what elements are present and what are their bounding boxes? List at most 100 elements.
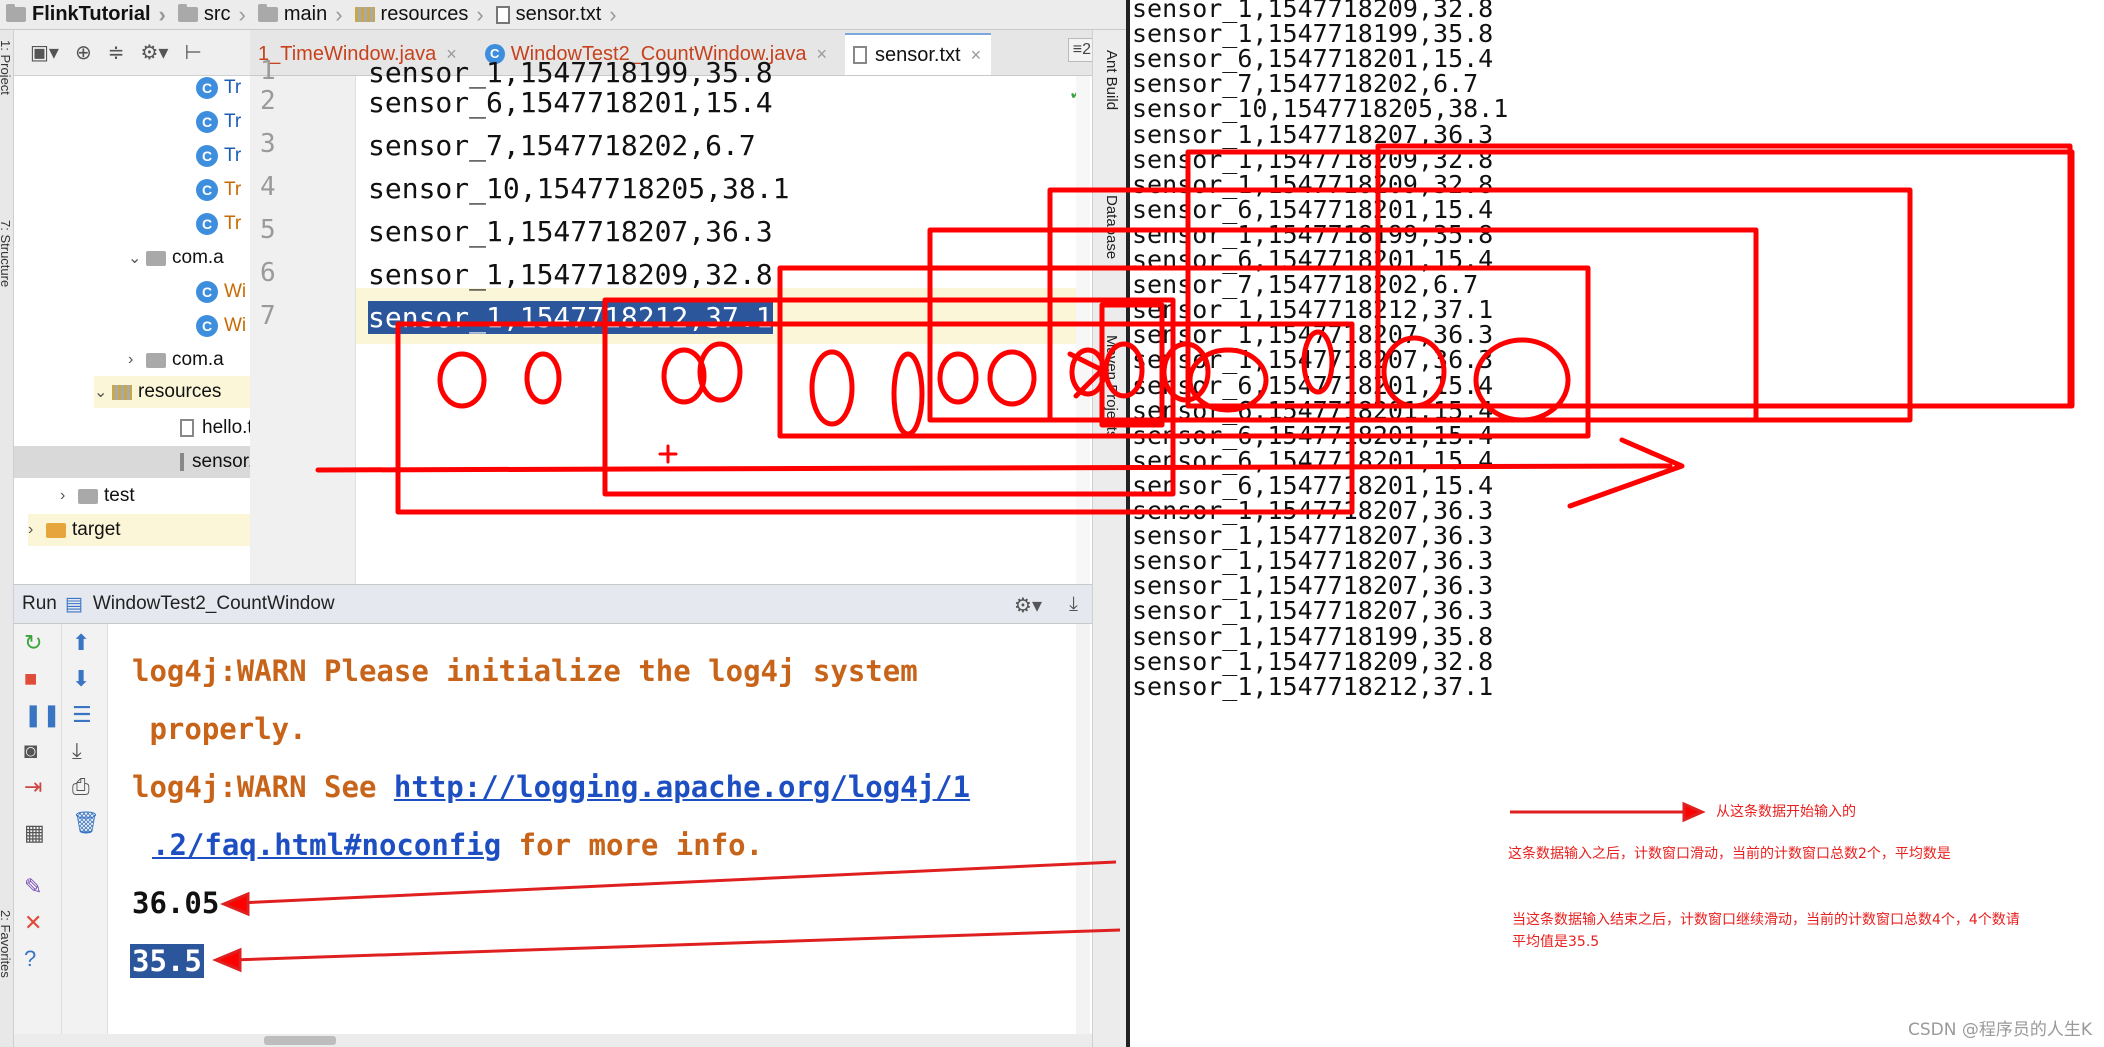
tree-file-hello[interactable]: hello.t [180, 412, 253, 444]
line-number: 2 [260, 86, 276, 116]
gear-icon[interactable]: ⚙▾ [1014, 593, 1042, 618]
line-number: 4 [260, 172, 276, 202]
chevron-down-icon[interactable]: ⌄ [128, 248, 146, 268]
close-icon[interactable]: × [816, 44, 827, 65]
crumb-sensor-file[interactable]: sensor.txt › [490, 0, 623, 30]
text-file-icon [495, 5, 510, 24]
code-line[interactable]: sensor_6,1547718201,15.4 [368, 86, 773, 119]
annotation-note: 这条数据输入之后，计数窗口滑动，当前的计数窗口总数2个，平均数是 [1508, 846, 1951, 862]
ant-build-tab[interactable]: Ant Build [1103, 50, 1120, 110]
folder-icon [6, 4, 26, 22]
help-icon[interactable]: ? [24, 946, 36, 972]
tree-resources-folder[interactable]: ⌄ resources [94, 376, 250, 408]
right-tool-strip: Ant Build Database Maven Projects [1092, 30, 1130, 1047]
project-tree: C Tr C Tr C Tr C Tr C Tr ⌄ com.a C Wi C Wi › com.… [14, 76, 273, 584]
scroll-to-end-icon[interactable]: ⤓ [72, 738, 82, 764]
editor-gutter: 1 2 3 4 5 6 7 [250, 56, 356, 584]
view-mode-icon[interactable]: ▣▾ [30, 40, 59, 65]
pause-icon[interactable]: ❚❚ [24, 702, 61, 728]
code-line[interactable]: sensor_1,1547718209,32.8 [368, 258, 773, 291]
code-editor[interactable]: sensor_1,1547718199,35.8 sensor_6,154771… [356, 56, 1076, 584]
code-line[interactable]: sensor_1,1547718207,36.3 [368, 215, 773, 248]
chevron-right-icon[interactable]: › [60, 487, 78, 505]
exit-icon[interactable]: ⇥ [24, 774, 42, 800]
tree-class-item[interactable]: C Tr [196, 208, 241, 240]
database-tab[interactable]: Database [1103, 195, 1120, 259]
chevron-right-icon[interactable]: › [28, 521, 46, 539]
config-doc-link[interactable]: http://logging.apache.org/log4j/1 [394, 770, 970, 804]
print-icon[interactable]: ⎙ [72, 774, 90, 800]
sync-icon[interactable]: ⊕ [75, 40, 92, 65]
sensor-input-listing: sensor_1,1547718209,32.8 sensor_1,1547718… [1130, 0, 2104, 1047]
editor-scrollbar[interactable] [1076, 76, 1090, 584]
text-file-icon [180, 453, 184, 471]
crumb-src[interactable]: src › [172, 0, 252, 30]
annotation-note: 平均值是35.5 [1512, 934, 1600, 950]
chevron-down-icon[interactable]: ⌄ [94, 382, 112, 402]
trash-icon[interactable]: 🗑 [72, 810, 100, 836]
class-icon: C [196, 111, 218, 133]
chevron-right-icon[interactable]: › [128, 351, 146, 369]
hide-panel-icon[interactable]: ⊢ [184, 40, 201, 65]
crumb-resources[interactable]: resources › [349, 0, 490, 30]
run-console[interactable]: log4j:WARN Please initialize the log4j s… [108, 624, 1082, 1034]
gear-icon[interactable]: ⚙▾ [140, 40, 168, 65]
tree-class-item[interactable]: C Wi [196, 310, 246, 342]
tree-test-folder[interactable]: › test [60, 480, 135, 512]
folder-icon [177, 4, 198, 22]
tree-package-item[interactable]: › com.a [128, 344, 224, 376]
resources-folder-icon [112, 384, 132, 400]
collapse-icon[interactable]: ≑ [108, 40, 125, 65]
config-doc-link-continued[interactable]: .2/faq.html#noconfig [152, 828, 501, 862]
pin-icon[interactable]: ✎ [24, 874, 42, 900]
tree-class-item[interactable]: C Wi [196, 276, 246, 308]
folder-icon [46, 522, 66, 538]
maven-projects-tab[interactable]: Maven Projects [1103, 335, 1120, 438]
camera-icon[interactable]: ◙ [24, 738, 37, 764]
listing-line: sensor_1,1547718212,37.1 [1132, 671, 1494, 701]
crumb-project[interactable]: FlinkTutorial › [0, 0, 172, 30]
line-number: 5 [260, 215, 276, 245]
close-icon[interactable]: × [971, 45, 982, 66]
tree-class-item[interactable]: C Tr [196, 174, 241, 206]
tree-package-item[interactable]: ⌄ com.a [128, 242, 224, 274]
class-icon: C [196, 281, 218, 303]
soft-wrap-icon[interactable]: ☰ [72, 702, 92, 728]
run-config-title[interactable]: WindowTest2_CountWindow [93, 593, 335, 615]
close-icon[interactable]: ✕ [24, 910, 42, 936]
tree-class-item[interactable]: C Tr [196, 72, 241, 104]
project-toolbar: ▣▾ ⊕ ≑ ⚙▾ ⊢ [14, 30, 250, 76]
code-line-selected[interactable]: sensor_1,1547718212,37.1 [368, 301, 773, 334]
code-line[interactable]: sensor_10,1547718205,38.1 [368, 172, 789, 205]
console-output-line: 36.05 [132, 886, 220, 920]
rerun-icon[interactable]: ↻ [24, 630, 42, 656]
tree-file-sensor[interactable]: sensor.txt [14, 446, 273, 478]
line-number: 6 [260, 258, 276, 288]
run-panel-header: Run ▤ WindowTest2_CountWindow ⚙▾ ⤓ [14, 584, 1092, 624]
class-icon: C [196, 213, 218, 235]
console-warn-line: log4j:WARN See http://logging.apache.org… [132, 770, 971, 804]
line-number: 7 [260, 301, 276, 331]
crumb-main[interactable]: main › [252, 0, 349, 30]
package-icon [146, 352, 166, 368]
code-line[interactable]: sensor_1,1547718199,35.8 [368, 56, 773, 89]
stop-icon[interactable]: ■ [24, 666, 37, 692]
tab-sensor-txt[interactable]: sensor.txt × [844, 33, 992, 75]
code-line[interactable]: sensor_7,1547718202,6.7 [368, 129, 756, 162]
scrollbar-thumb[interactable] [264, 1036, 336, 1045]
console-scrollbar[interactable] [1076, 624, 1090, 1034]
arrow-up-icon[interactable]: ⬆ [72, 630, 90, 656]
hide-panel-icon[interactable]: ⤓ [1069, 593, 1078, 616]
run-toolbar-secondary: ⬆ ⬇ ☰ ⤓ ⎙ 🗑 [62, 624, 108, 1047]
layout-icon[interactable]: ▦ [24, 820, 45, 846]
run-toolbar-primary: ↻ ■ ❚❚ ◙ ⇥ ▦ ✎ ✕ ? [14, 624, 62, 1047]
tree-class-item[interactable]: C Tr [196, 106, 241, 138]
horizontal-scrollbar[interactable] [14, 1034, 1092, 1047]
arrow-down-icon[interactable]: ⬇ [72, 666, 90, 692]
tree-class-item[interactable]: C Tr [196, 140, 241, 172]
tree-target-folder[interactable]: › target [28, 514, 250, 546]
project-tool-tab[interactable]: 1: Project [0, 40, 13, 95]
annotation-note: 当这条数据输入结束之后，计数窗口继续滑动，当前的计数窗口总数4个，4个数请 [1512, 912, 2020, 928]
structure-tool-tab[interactable]: 7: Structure [0, 220, 13, 287]
favorites-tool-tab[interactable]: 2: Favorites [0, 910, 13, 978]
